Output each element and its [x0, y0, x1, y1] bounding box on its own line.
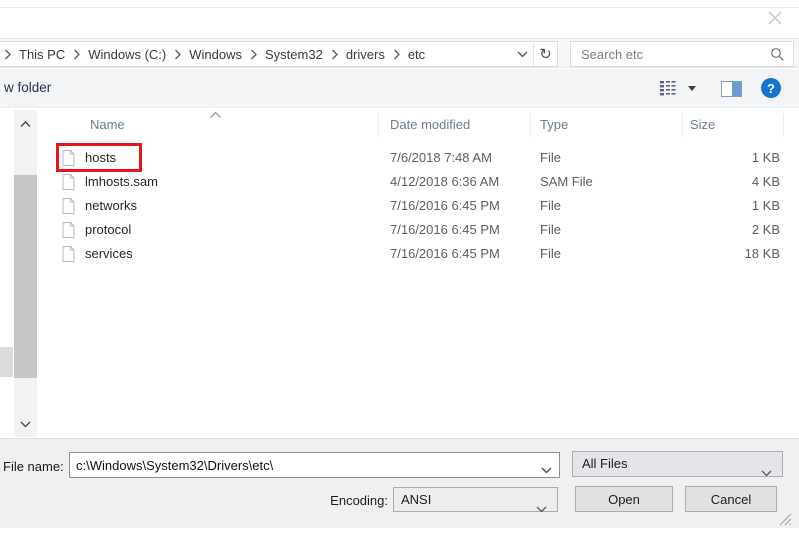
preview-pane-icon [732, 82, 741, 96]
address-bar[interactable]: This PC Windows (C:) Windows System32 dr… [0, 41, 558, 67]
cancel-button[interactable]: Cancel [685, 486, 777, 512]
file-name-dropdown-icon[interactable] [541, 462, 552, 477]
chevron-right-icon [249, 49, 258, 60]
column-header-date-modified[interactable]: Date modified [390, 117, 470, 132]
table-row-lmhosts[interactable]: lmhosts.sam 4/12/2018 6:36 AM SAM File 4… [45, 170, 785, 194]
open-button-label: Open [608, 491, 640, 507]
breadcrumb-item-windows-c[interactable]: Windows (C:) [81, 47, 173, 62]
titlebar-divider [0, 7, 799, 8]
file-type: File [540, 198, 561, 213]
table-row-hosts[interactable]: hosts 7/6/2018 7:48 AM File 1 KB [45, 146, 785, 170]
file-browser-area: Name Date modified Type Size hosts 7/6/2… [0, 108, 799, 438]
breadcrumb-item-drivers[interactable]: drivers [339, 47, 392, 62]
file-listing: Name Date modified Type Size hosts 7/6/2… [45, 108, 785, 438]
chevron-right-icon [3, 49, 12, 60]
command-toolbar: w folder ? [0, 69, 799, 108]
views-dropdown-caret-icon[interactable] [688, 86, 696, 91]
file-date-modified: 7/16/2016 6:45 PM [390, 222, 500, 237]
column-divider [682, 114, 683, 137]
encoding-label: Encoding: [330, 493, 388, 508]
column-divider [530, 114, 531, 137]
chevron-down-icon [761, 461, 772, 485]
table-row-services[interactable]: services 7/16/2016 6:45 PM File 18 KB [45, 242, 785, 266]
file-type-select[interactable]: All Files [572, 451, 783, 477]
resize-grip[interactable] [779, 513, 792, 529]
file-name: lmhosts.sam [85, 174, 158, 189]
column-divider [783, 114, 784, 137]
refresh-button[interactable]: ↻ [533, 42, 557, 66]
file-date-modified: 7/16/2016 6:45 PM [390, 198, 500, 213]
file-size: 1 KB [751, 150, 780, 165]
dialog-footer: File name: All Files Encoding: ANSI Open… [0, 438, 799, 528]
encoding-select[interactable]: ANSI [393, 487, 558, 513]
file-type: File [540, 150, 561, 165]
file-size: 2 KB [751, 222, 780, 237]
file-date-modified: 4/12/2018 6:36 AM [390, 174, 500, 189]
file-size: 1 KB [751, 198, 780, 213]
scroll-down-icon[interactable] [20, 416, 31, 431]
file-name: protocol [85, 222, 132, 237]
breadcrumb-item-etc[interactable]: etc [401, 47, 432, 62]
file-name-label: File name: [3, 459, 64, 474]
column-header-size[interactable]: Size [690, 117, 715, 132]
column-header-row: Name Date modified Type Size [45, 111, 785, 138]
file-type: File [540, 246, 561, 261]
file-size: 4 KB [751, 174, 780, 189]
column-header-name[interactable]: Name [90, 117, 125, 132]
encoding-value: ANSI [401, 492, 432, 507]
breadcrumb-item-this-pc[interactable]: This PC [12, 47, 72, 62]
chevron-down-icon [517, 51, 527, 57]
cancel-button-label: Cancel [710, 491, 752, 507]
scroll-up-icon[interactable] [20, 116, 31, 131]
address-toolbar: This PC Windows (C:) Windows System32 dr… [0, 38, 799, 68]
nav-pane-edge [0, 347, 13, 377]
file-name: hosts [85, 150, 117, 165]
file-name-input[interactable] [70, 453, 538, 477]
file-rows: hosts 7/6/2018 7:48 AM File 1 KB lmhosts… [45, 146, 785, 266]
file-name: services [85, 246, 133, 261]
open-file-dialog: This PC Windows (C:) Windows System32 dr… [0, 0, 799, 535]
table-row-protocol[interactable]: protocol 7/16/2016 6:45 PM File 2 KB [45, 218, 785, 242]
new-folder-button[interactable]: w folder [4, 80, 51, 95]
file-icon [62, 222, 75, 241]
breadcrumb-item-system32[interactable]: System32 [258, 47, 330, 62]
chevron-right-icon [392, 49, 401, 60]
details-view-icon [660, 81, 676, 96]
nav-pane-scrollbar[interactable] [14, 110, 37, 437]
file-size: 18 KB [744, 246, 780, 261]
file-date-modified: 7/6/2018 7:48 AM [390, 150, 492, 165]
help-button[interactable]: ? [761, 78, 781, 98]
chevron-down-icon [536, 497, 547, 520]
file-icon [62, 198, 75, 217]
chevron-right-icon [173, 49, 182, 60]
search-input[interactable] [571, 42, 777, 66]
table-row-networks[interactable]: networks 7/16/2016 6:45 PM File 1 KB [45, 194, 785, 218]
file-type-value: All Files [582, 456, 628, 471]
search-icon [770, 47, 785, 65]
close-button[interactable] [764, 7, 786, 29]
chevron-right-icon [72, 49, 81, 60]
sort-ascending-icon [209, 107, 222, 122]
chevron-right-icon [330, 49, 339, 60]
file-icon [62, 174, 75, 193]
file-icon [62, 246, 75, 265]
file-type: SAM File [540, 174, 593, 189]
close-icon [768, 11, 782, 25]
file-name: networks [85, 198, 138, 213]
search-box[interactable] [570, 41, 794, 67]
breadcrumb-item-windows[interactable]: Windows [182, 47, 249, 62]
file-icon [62, 150, 75, 169]
help-icon: ? [767, 80, 775, 96]
address-dropdown-button[interactable] [511, 42, 533, 66]
column-header-type[interactable]: Type [540, 117, 568, 132]
file-type: File [540, 222, 561, 237]
scrollbar-thumb[interactable] [14, 175, 37, 378]
preview-pane-button[interactable] [721, 81, 742, 97]
file-name-combo[interactable] [69, 452, 560, 478]
column-divider [378, 114, 379, 137]
open-button[interactable]: Open [575, 486, 673, 512]
views-button[interactable] [658, 80, 678, 97]
file-date-modified: 7/16/2016 6:45 PM [390, 246, 500, 261]
